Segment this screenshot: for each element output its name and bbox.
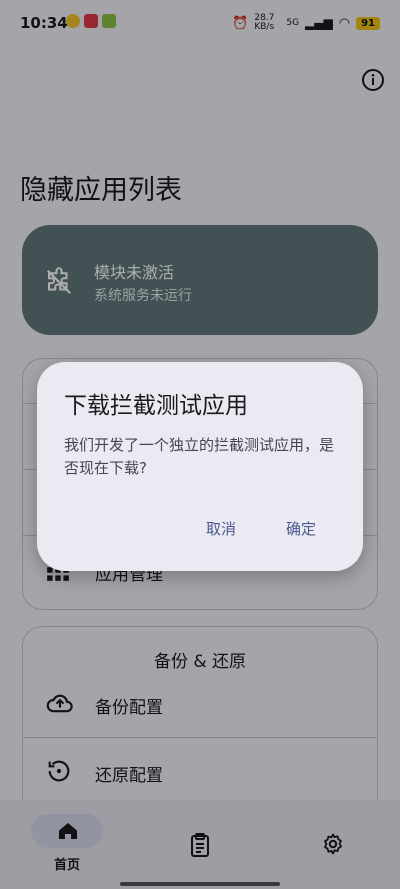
confirm-button[interactable]: 确定 xyxy=(276,510,326,546)
dialog-message: 我们开发了一个独立的拦截测试应用，是否现在下载? xyxy=(64,436,335,477)
download-dialog: 下载拦截测试应用 我们开发了一个独立的拦截测试应用，是否现在下载? 取消 确定 xyxy=(37,362,363,571)
dialog-title: 下载拦截测试应用 xyxy=(64,393,248,419)
cancel-button[interactable]: 取消 xyxy=(196,510,246,546)
